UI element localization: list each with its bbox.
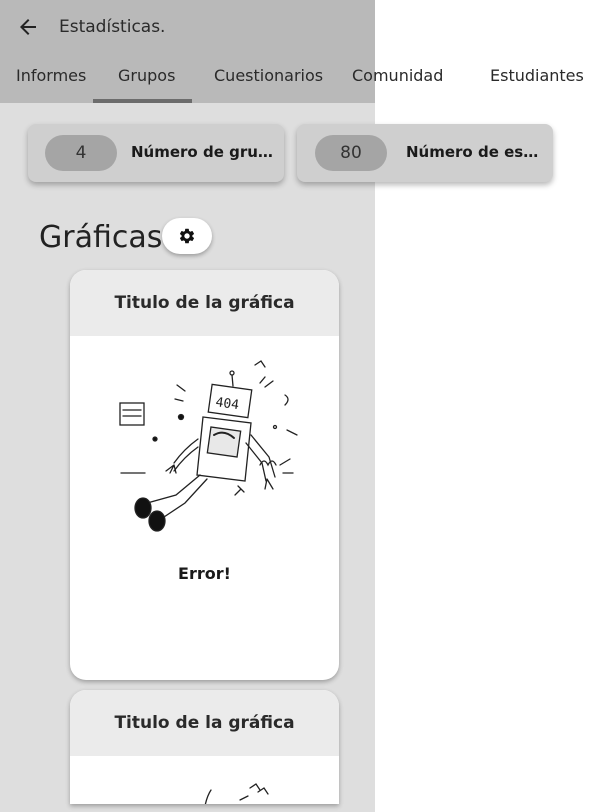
app-title: Estadísticas. (59, 17, 166, 37)
broken-robot-404-illustration (204, 783, 269, 804)
chart-settings-button[interactable] (162, 218, 212, 254)
section-title: Gráficas (39, 220, 163, 255)
tab-cuestionarios[interactable]: Cuestionarios (214, 66, 323, 85)
tab-indicator (93, 99, 192, 103)
tab-estudiantes[interactable]: Estudiantes (490, 66, 584, 85)
stat-label: Número de grupos (131, 143, 277, 161)
stat-value-pill: 80 (315, 135, 387, 171)
arrow-left-icon[interactable] (16, 15, 40, 39)
chart-card: Titulo de la gráfica 404 Error! (70, 270, 339, 680)
app-bar: Estadísticas. (0, 0, 375, 103)
stat-value-pill: 4 (45, 135, 117, 171)
tab-informes[interactable]: Informes (16, 66, 86, 85)
chart-card-title: Titulo de la gráfica (70, 690, 339, 756)
tab-comunidad[interactable]: Comunidad (352, 66, 443, 85)
broken-robot-404-illustration: 404 (119, 360, 298, 532)
chart-card-title: Titulo de la gráfica (70, 270, 339, 336)
chart-error-message: Error! (178, 564, 231, 583)
chart-card: Titulo de la gráfica (70, 690, 339, 804)
gear-icon (179, 228, 195, 244)
tab-grupos[interactable]: Grupos (118, 66, 175, 85)
stat-card-groups: 4 Número de grupos (28, 124, 284, 182)
stat-label: Número de estudiantes (406, 143, 540, 161)
stat-card-students: 80 Número de estudiantes (297, 124, 553, 182)
